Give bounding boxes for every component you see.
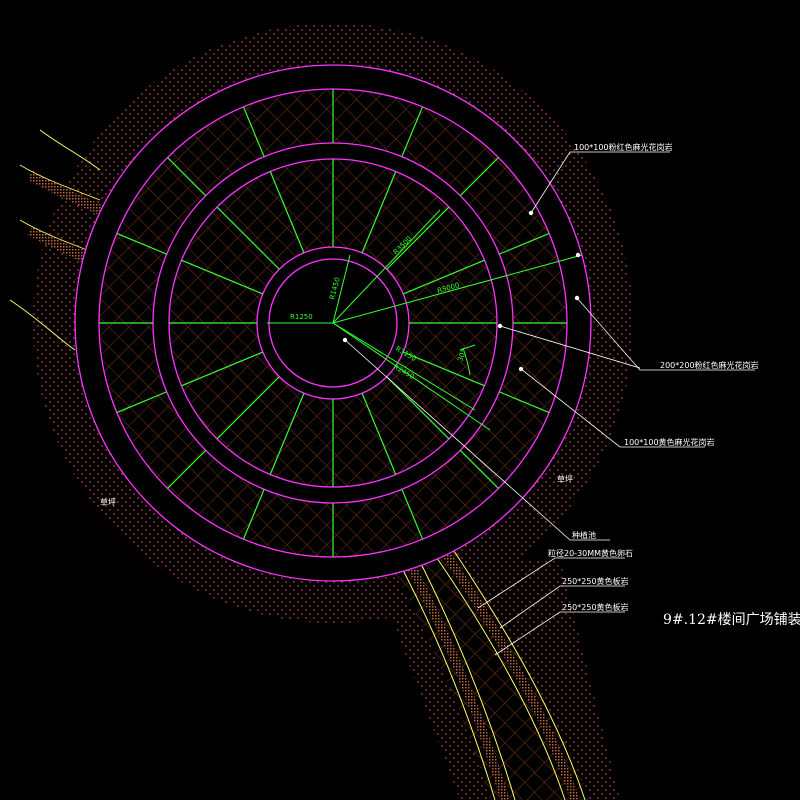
paving-plan-drawing: R5000 R3500 R1450 R1250 R3150 R2450 30° …	[9, 23, 800, 800]
lawn-label-right: 草坪	[557, 474, 573, 484]
callout-pebbles: 粒径20-30MM黄色卵石	[548, 548, 633, 558]
callout-slate-1: 250*250黄色板岩	[562, 576, 629, 586]
callout-planting-pool: 种植池	[572, 530, 596, 540]
callout-slate-2: 250*250黄色板岩	[562, 602, 629, 612]
lawn-label-left: 草坪	[100, 497, 116, 507]
drawing-title: 9#.12#楼间广场铺装详图	[663, 612, 800, 628]
callout-pink-granite-100: 100*100粉红色麻光花岗岩	[574, 142, 673, 152]
dim-r1250: R1250	[290, 313, 313, 321]
callout-pink-granite-200: 200*200粉红色麻光花岗岩	[660, 360, 759, 370]
callout-yellow-granite-100: 100*100黄色麻光花岗岩	[624, 437, 715, 447]
